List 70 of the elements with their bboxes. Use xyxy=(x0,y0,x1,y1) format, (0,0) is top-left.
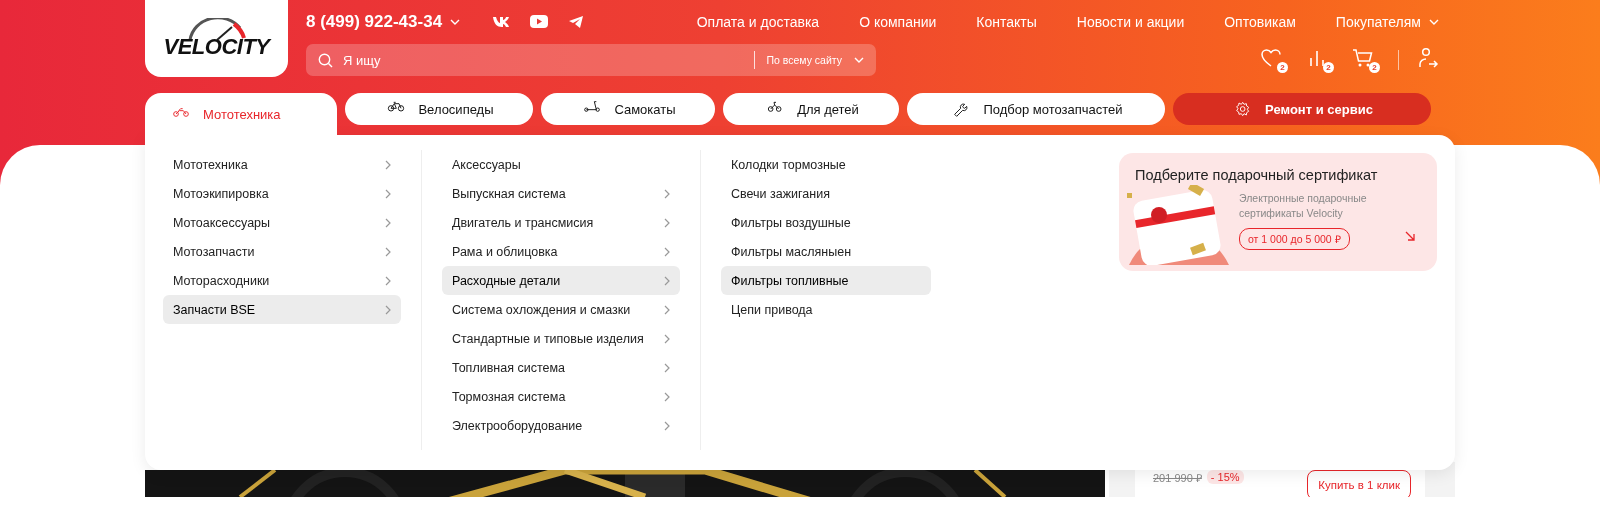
bar-chart-button[interactable]: 2 xyxy=(1306,47,1334,73)
cart-button[interactable]: 2 xyxy=(1352,47,1380,73)
menu-item[interactable]: Колодки тормозные xyxy=(721,150,931,179)
old-price: 201 990 ₽ xyxy=(1153,471,1202,485)
discount-badge: - 15% xyxy=(1206,470,1244,484)
nav-link[interactable]: О компании xyxy=(859,13,937,30)
cart-icon xyxy=(1352,47,1374,69)
chevron-right-icon xyxy=(385,304,391,315)
chevron-right-icon xyxy=(385,217,391,228)
menu-item[interactable]: Моторасходники xyxy=(163,266,401,295)
promo-text: Электронные подарочные сертификаты Velocity xyxy=(1239,191,1368,221)
menu-item[interactable]: Цепи привода xyxy=(721,295,931,324)
chevron-right-icon xyxy=(385,188,391,199)
menu-item[interactable]: Фильтры масляныен xyxy=(721,237,931,266)
phone-link[interactable]: 8 (499) 922-43-34 xyxy=(306,11,461,32)
menu-item[interactable]: Электрооборудование xyxy=(442,411,680,440)
menu-item[interactable]: Аксессуары xyxy=(442,150,680,179)
heart-button[interactable]: 2 xyxy=(1260,47,1288,73)
promo-card[interactable]: Подберите подарочный сертификат Электронные подарочные сертификаты Velocity от 1 000 до 5 000 ₽ xyxy=(1119,153,1437,271)
chevron-right-icon xyxy=(664,275,670,286)
menu-item[interactable]: Топливная система xyxy=(442,353,680,382)
chevron-down-icon xyxy=(1429,18,1439,25)
category-tab[interactable]: Ремонт и сервис xyxy=(1173,93,1431,125)
chevron-right-icon xyxy=(664,333,670,344)
count-badge: 2 xyxy=(1323,62,1334,73)
chevron-right-icon xyxy=(664,217,670,228)
arrow-down-right-icon xyxy=(1405,231,1415,241)
nav-link[interactable]: Оплата и доставка xyxy=(696,13,820,30)
logo[interactable]: VELOCITY xyxy=(145,0,288,77)
menu-item[interactable]: Мототехника xyxy=(163,150,401,179)
menu-item[interactable]: Рама и облицовка xyxy=(442,237,680,266)
chevron-right-icon xyxy=(385,159,391,170)
category-tab[interactable]: Подбор мотозапчастей xyxy=(907,93,1165,125)
chevron-right-icon xyxy=(664,188,670,199)
category-tab[interactable]: Велосипеды xyxy=(345,93,533,125)
vk-icon[interactable] xyxy=(492,15,511,28)
chevron-right-icon xyxy=(385,246,391,257)
chevron-right-icon xyxy=(664,304,670,315)
chevron-down-icon xyxy=(854,57,864,63)
chevron-right-icon xyxy=(664,391,670,402)
category-tab[interactable]: Мототехника xyxy=(145,93,337,135)
buy-button[interactable]: Купить в 1 клик xyxy=(1307,470,1411,497)
menu-item[interactable]: Фильтры воздушные xyxy=(721,208,931,237)
menu-item[interactable]: Двигатель и трансмисия xyxy=(442,208,680,237)
chevron-right-icon xyxy=(664,362,670,373)
search-icon xyxy=(318,52,333,68)
menu-item[interactable]: Система охлождения и смазки xyxy=(442,295,680,324)
menu-item[interactable]: Расходные детали xyxy=(442,266,680,295)
chevron-down-icon xyxy=(450,18,461,25)
menu-item[interactable]: Мотоэкипировка xyxy=(163,179,401,208)
paper-plane-icon[interactable] xyxy=(568,14,585,29)
menu-item[interactable]: Тормозная система xyxy=(442,382,680,411)
menu-item[interactable]: Фильтры топливные xyxy=(721,266,931,295)
menu-item[interactable]: Выпускная система xyxy=(442,179,680,208)
count-badge: 2 xyxy=(1369,62,1380,73)
menu-item[interactable]: Мотозапчасти xyxy=(163,237,401,266)
count-badge: 2 xyxy=(1277,62,1288,73)
menu-item[interactable]: Свечи зажигания xyxy=(721,179,931,208)
menu-item[interactable]: Стандартные и типовые изделия xyxy=(442,324,680,353)
menu-item[interactable]: Запчасти BSE xyxy=(163,295,401,324)
category-tab[interactable]: Самокаты xyxy=(541,93,715,125)
user-exit-icon xyxy=(1417,47,1439,69)
menu-item[interactable]: Мотоаксессуары xyxy=(163,208,401,237)
chevron-right-icon xyxy=(385,275,391,286)
video-play-icon[interactable] xyxy=(530,15,549,28)
chevron-right-icon xyxy=(664,420,670,431)
chevron-right-icon xyxy=(664,246,670,257)
promo-title: Подберите подарочный сертификат xyxy=(1135,167,1379,183)
category-tab[interactable]: Для детей xyxy=(723,93,899,125)
price-range: от 1 000 до 5 000 ₽ xyxy=(1239,228,1350,251)
